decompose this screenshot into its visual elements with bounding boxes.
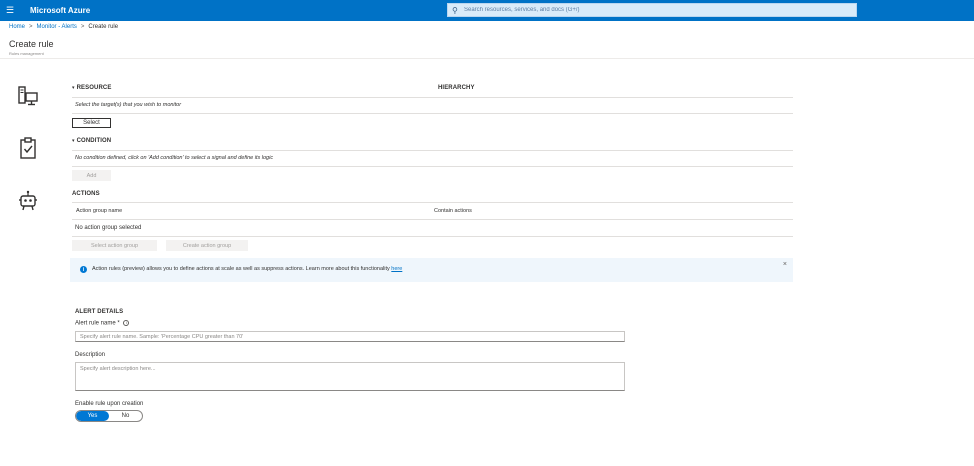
alert-rule-name-input[interactable]: [75, 331, 625, 342]
create-action-group-button[interactable]: Create action group: [166, 240, 248, 251]
condition-divider: [72, 150, 793, 151]
resource-section-header[interactable]: ▾ RESOURCE: [72, 85, 111, 91]
select-action-group-button[interactable]: Select action group: [72, 240, 157, 251]
actions-divider: [72, 236, 793, 237]
action-rules-info-banner: i Action rules (preview) allows you to d…: [70, 258, 793, 282]
resource-hint: Select the target(s) that you wish to mo…: [75, 102, 182, 108]
brand-title[interactable]: Microsoft Azure: [30, 6, 90, 15]
breadcrumb-separator: >: [80, 24, 85, 30]
description-label: Description: [75, 352, 106, 358]
resource-divider: [72, 113, 793, 114]
condition-hint: No condition defined, click on 'Add cond…: [75, 155, 274, 161]
condition-section-header[interactable]: ▾ CONDITION: [72, 138, 111, 144]
toggle-yes-option[interactable]: Yes: [76, 411, 109, 421]
hierarchy-header: HIERARCHY: [438, 85, 475, 91]
hamburger-icon[interactable]: ☰: [6, 6, 18, 15]
condition-add-button[interactable]: Add: [72, 170, 111, 181]
description-textarea[interactable]: [75, 362, 625, 391]
alert-details-header: ALERT DETAILS: [75, 309, 124, 315]
condition-clipboard-icon: [20, 137, 36, 159]
actions-divider: [72, 219, 793, 220]
breadcrumb-monitor-alerts[interactable]: Monitor - Alerts: [37, 24, 77, 30]
info-tooltip-icon[interactable]: i: [123, 320, 130, 326]
actions-section-header: ACTIONS: [72, 191, 100, 197]
actions-robot-icon: [19, 190, 37, 211]
resource-computer-icon: [18, 86, 38, 106]
enable-rule-toggle[interactable]: Yes No: [75, 410, 143, 422]
enable-rule-label: Enable rule upon creation: [75, 401, 144, 407]
condition-divider: [72, 166, 793, 167]
collapse-caret-icon[interactable]: ▾: [72, 138, 75, 144]
info-icon: i: [80, 266, 87, 273]
resource-divider: [72, 97, 793, 98]
page-title: Create rule: [9, 39, 54, 49]
no-action-group-text: No action group selected: [75, 225, 142, 231]
breadcrumb-home[interactable]: Home: [9, 24, 25, 30]
actions-divider: [72, 202, 793, 203]
breadcrumb-separator: >: [29, 24, 33, 30]
close-icon[interactable]: ×: [783, 261, 787, 268]
column-contain-actions[interactable]: Contain actions: [434, 208, 472, 214]
title-divider: [0, 58, 974, 59]
breadcrumb: Home > Monitor - Alerts > Create rule: [9, 24, 118, 30]
alert-rule-name-label: Alert rule name * i: [75, 320, 130, 327]
breadcrumb-current: Create rule: [88, 24, 119, 30]
search-icon: ⚲: [452, 5, 458, 15]
banner-text: Action rules (preview) allows you to def…: [92, 266, 403, 272]
page-subtitle: Rules management: [9, 51, 44, 56]
toggle-no-option[interactable]: No: [109, 411, 142, 421]
column-action-group-name[interactable]: Action group name: [76, 208, 122, 214]
top-bar: ☰ Microsoft Azure ⚲: [0, 0, 974, 21]
search-input[interactable]: [464, 7, 844, 13]
learn-more-link[interactable]: here: [391, 266, 402, 272]
collapse-caret-icon[interactable]: ▾: [72, 85, 75, 91]
global-search[interactable]: ⚲: [447, 3, 857, 17]
resource-select-button[interactable]: Select: [72, 118, 111, 128]
